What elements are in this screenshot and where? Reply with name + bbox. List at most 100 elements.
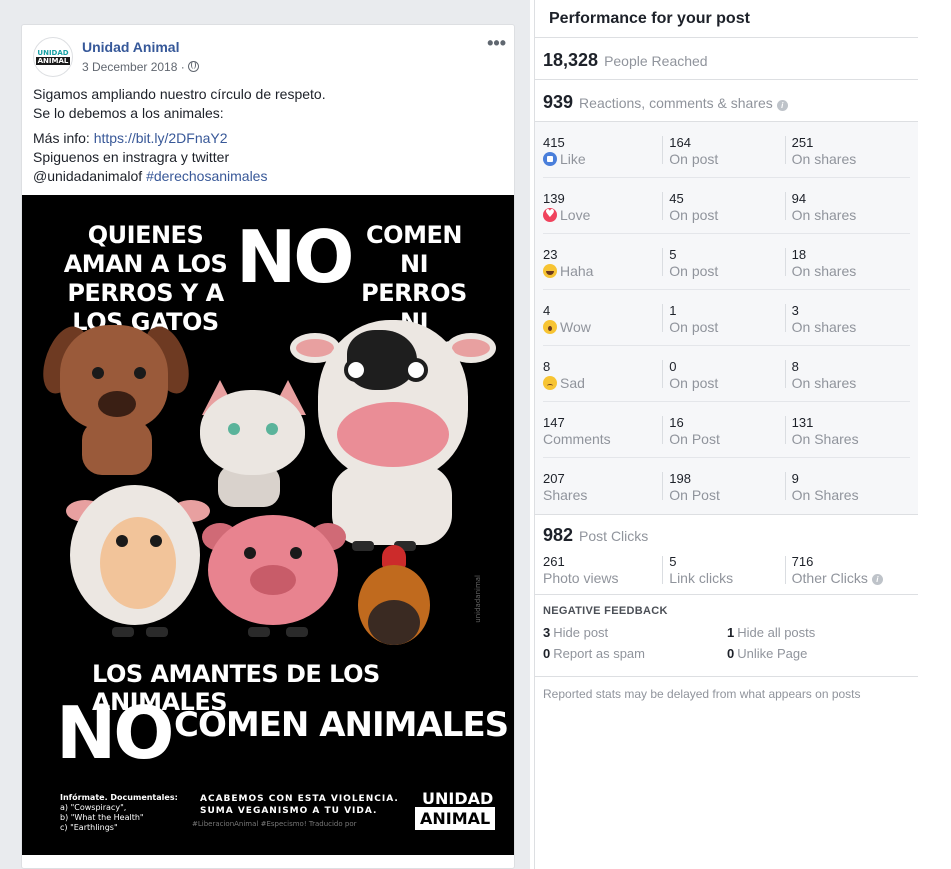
on-shares-label: On shares	[791, 375, 857, 391]
total-cell: 8 Sad	[543, 346, 665, 401]
photo-views-label: Photo views	[543, 570, 619, 586]
total-label-wrap: Sad	[543, 375, 665, 391]
poster-hashtags: #LiberacionAnimal #Especismo! Traducido …	[192, 820, 357, 828]
hashtag-link[interactable]: #derechosanimales	[146, 168, 267, 184]
photo-views-cell: 261 Photo views	[543, 554, 665, 590]
pig-snout	[250, 565, 296, 595]
on-shares-count: 131	[791, 415, 814, 430]
dog-eye	[134, 367, 146, 379]
globe-icon	[187, 61, 199, 72]
spam-label: Report as spam	[553, 646, 645, 661]
poster-side-credit: unidadanimal	[474, 575, 482, 623]
unlike-label: Unlike Page	[737, 646, 808, 661]
total-cell: 139Love	[543, 178, 665, 233]
poster-quote-left: QUIENES AMAN A LOS PERROS Y A LOS GATOS	[63, 221, 228, 336]
total-cell: 415 Like	[543, 122, 665, 177]
total-label: Shares	[543, 487, 588, 503]
love-icon	[543, 206, 557, 222]
stat-row: 8 Sad 0 On post 8 On shares	[543, 346, 910, 402]
total-count: 4	[543, 303, 551, 318]
post-line-2: Se lo debemos a los animales:	[33, 105, 224, 121]
post-image[interactable]: QUIENES AMAN A LOS PERROS Y A LOS GATOS …	[22, 195, 514, 855]
sheep-hoof	[146, 627, 168, 637]
sheep-hoof	[112, 627, 134, 637]
info-icon[interactable]: i	[776, 100, 788, 111]
haha-icon	[543, 264, 557, 278]
on-shares-label: On shares	[791, 319, 857, 335]
post-clicks-label: Post Clicks	[579, 528, 649, 544]
on-post-cell: 45 On post	[662, 178, 787, 233]
on-post-count: 164	[669, 135, 691, 150]
sheep-eye	[116, 535, 128, 547]
cat-head	[200, 390, 305, 475]
total-label: Wow	[560, 319, 591, 335]
total-count: 23	[543, 247, 558, 262]
cat-eye	[266, 423, 278, 435]
stats-delay-note: Reported stats may be delayed from what …	[543, 687, 861, 701]
total-count: 139	[543, 191, 565, 206]
poster-slogan: ACABEMOS CON ESTA VIOLENCIA. SUMA VEGANI…	[200, 793, 399, 817]
total-count: 207	[543, 471, 565, 486]
on-shares-label: On Shares	[791, 487, 859, 503]
total-cell: 207 Shares	[543, 458, 665, 514]
more-options-icon[interactable]: •••	[487, 34, 506, 52]
hide-post-stat: 3 Hide post	[543, 625, 727, 640]
page-name-link[interactable]: Unidad Animal	[82, 39, 180, 55]
total-label-wrap: Haha	[543, 263, 665, 279]
other-clicks-count: 716	[791, 554, 814, 569]
info-icon[interactable]: i	[871, 574, 883, 585]
follow-text: Spiguenos en instragra y twitter	[33, 149, 230, 165]
on-shares-label: On shares	[791, 263, 857, 279]
on-shares-cell: 9 On Shares	[784, 458, 910, 514]
docs-item: a) "Cowspiracy",	[60, 803, 127, 812]
on-shares-cell: 251 On shares	[784, 122, 910, 177]
hen-belly	[368, 600, 420, 645]
wow-icon	[543, 320, 557, 334]
on-post-count: 1	[669, 303, 677, 318]
sheep-face	[100, 517, 176, 609]
stat-row: 147 Comments 16 On Post 131 On Shares	[543, 402, 910, 458]
docs-item: b) "What the Health"	[60, 813, 144, 822]
total-label-wrap: Like	[543, 151, 665, 167]
pig-hoof	[248, 627, 270, 637]
total-label-wrap: Love	[543, 206, 665, 223]
on-post-cell: 16 On Post	[662, 402, 787, 457]
page-avatar[interactable]: UNIDAD ANIMAL	[33, 37, 73, 77]
on-post-label: On post	[669, 375, 719, 391]
hide-all-stat: 1 Hide all posts	[727, 625, 907, 640]
other-clicks-label-wrap: Other Clicks i	[792, 570, 910, 586]
dog-eye	[92, 367, 104, 379]
stat-row: 23 Haha 5 On post 18 On shares	[543, 234, 910, 290]
poster-logo-bottom: ANIMAL	[415, 807, 496, 830]
post-header: UNIDAD ANIMAL Unidad Animal 3 December 2…	[22, 25, 514, 85]
on-shares-cell: 8 On shares	[784, 346, 910, 401]
engagement-row: 939 Reactions, comments & shares i	[535, 80, 918, 122]
info-link[interactable]: https://bit.ly/2DFnaY2	[94, 130, 228, 146]
post-timestamp[interactable]: 3 December 2018 ·	[82, 60, 199, 74]
on-post-count: 198	[669, 471, 691, 486]
on-post-count: 16	[669, 415, 684, 430]
avatar-logo-top: UNIDAD	[37, 48, 69, 57]
clicks-breakdown: 261 Photo views 5 Link clicks 716 Other …	[543, 554, 910, 590]
cat-eye	[228, 423, 240, 435]
people-reached-count: 18,328	[543, 50, 599, 70]
cow-snout	[337, 402, 449, 467]
negative-feedback-title: NEGATIVE FEEDBACK	[543, 605, 668, 617]
stat-row: 4 Wow 1 On post 3 On shares	[543, 290, 910, 346]
on-post-count: 0	[669, 359, 677, 374]
on-shares-cell: 94 On shares	[784, 178, 910, 233]
post-clicks-section: 982 Post Clicks 261 Photo views 5 Link c…	[535, 515, 918, 595]
handle-text: @unidadanimalof	[33, 168, 147, 184]
on-shares-label: On shares	[791, 207, 857, 223]
pig-eye	[244, 547, 256, 559]
spam-stat: 0 Report as spam	[543, 646, 727, 661]
reactions-breakdown: 415Like164On post251On shares139Love45On…	[535, 122, 918, 515]
total-count: 147	[543, 415, 565, 430]
like-icon	[543, 152, 557, 166]
on-post-cell: 5 On post	[662, 234, 787, 289]
on-shares-count: 9	[791, 471, 799, 486]
slogan-line-1: ACABEMOS CON ESTA VIOLENCIA.	[200, 794, 399, 804]
engagement-count: 939	[543, 92, 574, 112]
on-post-count: 5	[669, 247, 677, 262]
on-post-cell: 198 On Post	[662, 458, 787, 514]
